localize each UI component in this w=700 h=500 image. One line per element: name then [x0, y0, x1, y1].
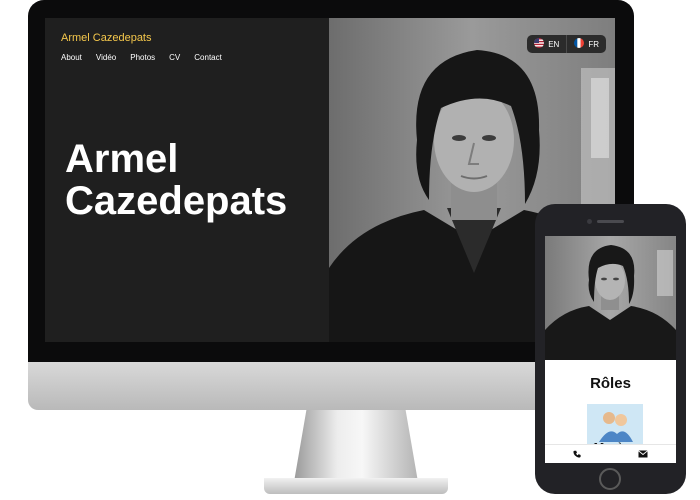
lang-fr-label: FR [588, 39, 599, 49]
fr-flag-icon [574, 38, 585, 50]
desktop-hero-panel: Armel Cazedepats About Vidéo Photos CV C… [45, 18, 329, 342]
mobile-screen: Rôles Mystères [545, 236, 676, 463]
imac-foot [264, 478, 448, 494]
lang-en-label: EN [548, 39, 560, 49]
hero-title: Armel Cazedepats [65, 137, 288, 223]
phone-speaker [597, 220, 624, 223]
mail-icon[interactable] [637, 449, 648, 460]
language-switcher: EN FR [527, 35, 606, 53]
mobile-hero-portrait [545, 236, 676, 360]
nav-video[interactable]: Vidéo [96, 53, 116, 62]
us-flag-icon [534, 38, 545, 50]
nav-photos[interactable]: Photos [130, 53, 155, 62]
nav-contact[interactable]: Contact [194, 53, 222, 62]
nav-about[interactable]: About [61, 53, 82, 62]
lang-fr-button[interactable]: FR [566, 35, 606, 53]
phone-camera [587, 219, 592, 224]
phone-home-button[interactable] [599, 468, 621, 490]
desktop-screen: Armel Cazedepats About Vidéo Photos CV C… [45, 18, 615, 342]
mobile-section-title: Rôles [590, 375, 631, 392]
mobile-contact-bar [545, 444, 676, 463]
phone-icon[interactable] [573, 450, 581, 460]
imac-stand [294, 410, 418, 482]
site-brand[interactable]: Armel Cazedepats [61, 32, 152, 44]
lang-en-button[interactable]: EN [527, 35, 566, 53]
nav-cv[interactable]: CV [169, 53, 180, 62]
phone-device: Rôles Mystères [535, 204, 686, 494]
mobile-portrait-photo [545, 245, 676, 360]
site-nav: About Vidéo Photos CV Contact [61, 53, 222, 62]
